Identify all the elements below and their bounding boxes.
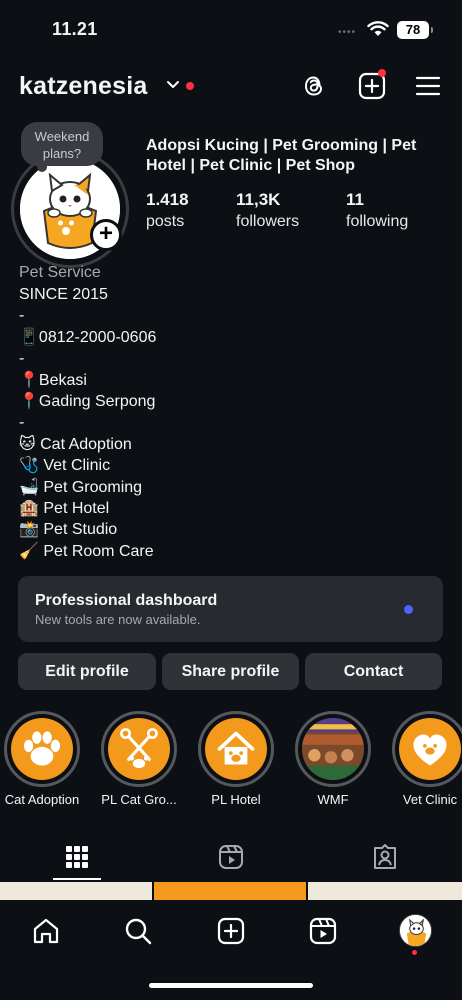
stat-posts-label: posts — [146, 213, 185, 230]
status-time: 11.21 — [52, 19, 98, 39]
highlight-label: PL Hotel — [211, 792, 261, 807]
profile-picture-ring[interactable] — [11, 150, 129, 268]
bio-text: SINCE 2015 - 📱0812-2000-0606 - 📍Bekasi 📍… — [19, 284, 156, 562]
notification-dot — [186, 82, 194, 90]
highlight-ring — [295, 711, 371, 787]
highlight-label: Cat Adoption — [4, 792, 80, 807]
grooming-icon — [108, 718, 170, 780]
highlight-vet-clinic[interactable]: Vet Clinic — [390, 711, 462, 807]
profile-header: katzenesia — [0, 64, 462, 108]
active-tab-indicator — [53, 878, 101, 880]
create-notification-dot — [378, 69, 386, 77]
stat-followers-value: 11,3K — [236, 190, 281, 209]
highlight-ring — [392, 711, 462, 787]
profile-notification-dot — [412, 950, 417, 955]
reels-icon — [219, 845, 243, 869]
contact-button[interactable]: Contact — [305, 653, 442, 690]
highlight-pl-cat-grooming[interactable]: PL Cat Gro... — [99, 711, 179, 807]
bio-line: - — [19, 350, 25, 368]
tagged-icon — [374, 844, 396, 869]
highlight-label: PL Cat Gro... — [101, 792, 177, 807]
chevron-down-icon[interactable] — [166, 80, 180, 90]
bio-line: - — [19, 307, 25, 325]
bio-service: 🧹 Pet Room Care — [19, 542, 154, 560]
highlight-label: WMF — [317, 792, 349, 807]
dashboard-subtitle: New tools are now available. — [35, 612, 201, 627]
bio-location: 📍Gading Serpong — [19, 392, 156, 410]
paw-icon — [11, 718, 73, 780]
tab-tagged[interactable] — [308, 838, 462, 882]
tab-posts-grid[interactable] — [0, 838, 154, 882]
profile-avatar[interactable] — [399, 914, 432, 947]
threads-icon[interactable] — [300, 72, 328, 100]
stat-followers-label: followers — [236, 213, 300, 230]
home-indicator — [149, 983, 313, 988]
new-indicator-dot — [404, 605, 413, 614]
signal-dots: •••• — [338, 27, 357, 38]
wifi-icon — [367, 21, 389, 36]
heart-paw-icon — [399, 718, 461, 780]
highlight-pl-hotel[interactable]: PL Hotel — [196, 711, 276, 807]
bio-location: 📍Bekasi — [19, 371, 87, 389]
bio-service: 📸 Pet Studio — [19, 521, 118, 539]
highlight-cat-adoption[interactable]: Cat Adoption — [2, 711, 82, 807]
create-post-icon[interactable] — [216, 916, 246, 946]
reels-nav-icon[interactable] — [308, 916, 338, 946]
profile-category: Pet Service — [19, 264, 101, 281]
bio-service: 🏨 Pet Hotel — [19, 499, 110, 517]
tab-reels[interactable] — [154, 838, 308, 882]
bio-service: 🛁 Pet Grooming — [19, 478, 143, 496]
stat-following-label: following — [346, 213, 409, 230]
bio-line: SINCE 2015 — [19, 286, 108, 303]
highlight-ring — [4, 711, 80, 787]
battery-indicator: 78 — [397, 21, 433, 39]
edit-profile-button[interactable]: Edit profile — [18, 653, 156, 690]
highlight-ring — [198, 711, 274, 787]
username-switcher[interactable]: katzenesia — [19, 72, 147, 101]
profile-tabs — [0, 838, 462, 882]
share-profile-button[interactable]: Share profile — [162, 653, 299, 690]
bio-line: - — [19, 414, 25, 432]
highlight-ring — [101, 711, 177, 787]
photo-collage — [302, 718, 364, 780]
stat-following[interactable]: 11 following — [346, 190, 408, 231]
bio-phone: 📱0812-2000-0606 — [19, 328, 157, 346]
stat-posts[interactable]: 1.418 posts — [146, 190, 189, 231]
professional-dashboard[interactable]: Professional dashboard New tools are now… — [18, 576, 443, 642]
bio-service: 🐱 Cat Adoption — [19, 435, 132, 453]
stat-posts-value: 1.418 — [146, 190, 189, 209]
stat-followers[interactable]: 11,3K followers — [236, 190, 299, 231]
dashboard-title: Professional dashboard — [35, 592, 218, 609]
add-story-button[interactable]: + — [90, 219, 122, 251]
grid-icon — [66, 846, 88, 868]
home-icon[interactable] — [31, 916, 61, 946]
highlight-wmf[interactable]: WMF — [293, 711, 373, 807]
menu-icon[interactable] — [415, 74, 441, 98]
stat-following-value: 11 — [346, 190, 364, 209]
bio-service: 🩺 Vet Clinic — [19, 457, 111, 475]
highlight-label: Vet Clinic — [402, 792, 458, 807]
status-bar: 11.21 •••• 78 — [0, 0, 462, 58]
note-bubble[interactable]: Weekend plans? — [21, 122, 103, 172]
profile-display-name: Adopsi Kucing | Pet Grooming | Pet Hotel… — [146, 137, 417, 174]
search-icon[interactable] — [123, 916, 153, 946]
house-paw-icon — [205, 718, 267, 780]
